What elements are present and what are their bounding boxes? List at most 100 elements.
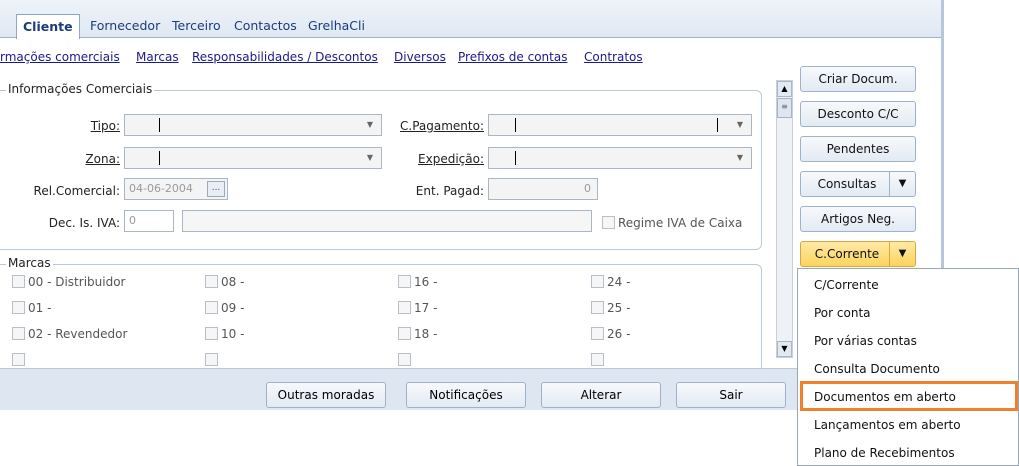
dropdown-arrow-icon[interactable]: ▼	[889, 172, 915, 196]
tab-fornecedor[interactable]: Fornecedor	[84, 16, 166, 38]
marca-checkbox[interactable]: 17 -	[398, 301, 437, 315]
dec-is-iva-label: Dec. Is. IVA:	[48, 216, 120, 230]
rel-comercial-date[interactable]: 04-06-2004 ...	[124, 178, 228, 200]
checkbox-icon	[591, 275, 604, 288]
link-marcas[interactable]: Marcas	[136, 50, 179, 64]
scroll-up-icon[interactable]: ▲	[777, 81, 792, 97]
marca-checkbox[interactable]: 16 -	[398, 275, 437, 289]
c-corrente-menu: C/Corrente Por conta Por várias contas C…	[797, 268, 1019, 466]
dec-is-iva-input[interactable]: 0	[124, 210, 174, 232]
alterar-button[interactable]: Alterar	[541, 382, 661, 408]
checkbox-icon	[398, 301, 411, 314]
sair-button[interactable]: Sair	[676, 382, 786, 408]
marca-checkbox[interactable]: 01 -	[12, 301, 51, 315]
pendentes-button[interactable]: Pendentes	[800, 136, 916, 162]
marca-checkbox[interactable]: 24 -	[591, 275, 630, 289]
scroll-down-icon[interactable]: ▼	[777, 341, 792, 357]
marca-label: 16 -	[414, 275, 438, 289]
tab-contactos[interactable]: Contactos	[228, 16, 303, 38]
link-responsabilidades[interactable]: Responsabilidades / Descontos	[192, 50, 378, 64]
dropdown-arrow-icon[interactable]: ▼	[889, 242, 915, 266]
consultas-label: Consultas	[817, 177, 877, 191]
tab-terceiro[interactable]: Terceiro	[166, 16, 227, 38]
marca-checkbox[interactable]: 18 -	[398, 327, 437, 341]
link-contratos[interactable]: Contratos	[584, 50, 643, 64]
dropdown-arrow-icon: ▼	[736, 120, 743, 129]
consultas-button[interactable]: Consultas ▼	[800, 171, 916, 197]
marca-checkbox[interactable]: 02 - Revendedor	[12, 327, 127, 341]
rel-comercial-value: 04-06-2004	[129, 182, 193, 195]
marca-label: 26 -	[607, 327, 631, 341]
zona-select[interactable]: ▼	[124, 147, 382, 169]
info-comerciais-title: Informações Comerciais	[6, 82, 155, 96]
c-pagamento-label: C.Pagamento:	[400, 119, 484, 133]
marca-checkbox-partial[interactable]	[398, 353, 414, 367]
date-picker-button[interactable]: ...	[207, 181, 225, 197]
marca-checkbox[interactable]: 00 - Distribuidor	[12, 275, 125, 289]
outras-moradas-button[interactable]: Outras moradas	[266, 382, 386, 408]
menu-item-c-corrente[interactable]: C/Corrente	[814, 273, 879, 297]
link-informacoes-comerciais[interactable]: rmações comerciais	[0, 50, 120, 64]
checkbox-icon	[12, 275, 25, 288]
menu-item-documentos-em-aberto[interactable]: Documentos em aberto	[814, 385, 956, 409]
dec-is-iva-value: 0	[129, 214, 136, 227]
checkbox-icon	[591, 327, 604, 340]
regime-iva-checkbox[interactable]: Regime IVA de Caixa	[602, 216, 742, 230]
artigos-neg-button[interactable]: Artigos Neg.	[800, 206, 916, 232]
marca-checkbox[interactable]: 10 -	[205, 327, 244, 341]
zona-label: Zona:	[85, 152, 120, 166]
marca-label: 08 -	[221, 275, 245, 289]
marca-label: 01 -	[28, 301, 52, 315]
marca-checkbox-partial[interactable]	[205, 353, 221, 367]
checkbox-icon	[398, 327, 411, 340]
menu-item-lancamentos-em-aberto[interactable]: Lançamentos em aberto	[814, 413, 961, 437]
criar-documento-button[interactable]: Criar Docum.	[800, 66, 916, 92]
menu-item-consulta-documento[interactable]: Consulta Documento	[814, 357, 940, 381]
marcas-title: Marcas	[6, 256, 53, 270]
checkbox-icon	[205, 275, 218, 288]
tipo-label: Tipo:	[90, 119, 120, 133]
ent-pagad-input[interactable]: 0	[488, 178, 598, 200]
dropdown-arrow-icon: ▼	[366, 120, 373, 129]
marca-checkbox-partial[interactable]	[591, 353, 607, 367]
dec-is-iva-description[interactable]	[182, 210, 592, 232]
link-diversos[interactable]: Diversos	[394, 50, 446, 64]
regime-iva-label: Regime IVA de Caixa	[618, 216, 743, 230]
tipo-select[interactable]: ▼	[124, 114, 382, 136]
ent-pagad-value: 0	[584, 182, 591, 195]
c-pagamento-select[interactable]: ▼	[488, 114, 752, 136]
notificacoes-button[interactable]: Notificações	[406, 382, 526, 408]
marca-label: 24 -	[607, 275, 631, 289]
tab-cliente[interactable]: Cliente	[16, 14, 80, 39]
c-corrente-button[interactable]: C.Corrente ▼	[800, 241, 916, 267]
menu-item-por-conta[interactable]: Por conta	[814, 301, 871, 325]
marca-checkbox[interactable]: 09 -	[205, 301, 244, 315]
desconto-cc-button[interactable]: Desconto C/C	[800, 101, 916, 127]
checkbox-icon	[205, 327, 218, 340]
dropdown-arrow-icon: ▼	[736, 153, 743, 162]
link-prefixos-contas[interactable]: Prefixos de contas	[458, 50, 567, 64]
tab-strip: Cliente Fornecedor Terceiro Contactos Gr…	[0, 0, 941, 39]
marca-checkbox[interactable]: 08 -	[205, 275, 244, 289]
marca-label: 00 - Distribuidor	[28, 275, 126, 289]
marca-label: 25 -	[607, 301, 631, 315]
checkbox-icon	[398, 275, 411, 288]
rel-comercial-label: Rel.Comercial:	[33, 184, 120, 198]
checkbox-icon	[205, 301, 218, 314]
menu-item-por-varias-contas[interactable]: Por várias contas	[814, 329, 917, 353]
checkbox-icon	[12, 327, 25, 340]
tab-grelhacli[interactable]: GrelhaCli	[302, 16, 371, 38]
c-corrente-label: C.Corrente	[814, 247, 880, 261]
marca-checkbox-partial[interactable]	[12, 353, 28, 367]
dropdown-arrow-icon: ▼	[366, 153, 373, 162]
menu-item-plano-recebimentos[interactable]: Plano de Recebimentos	[814, 441, 955, 465]
expedicao-select[interactable]: ▼	[488, 147, 752, 169]
checkbox-icon	[12, 301, 25, 314]
content-scrollbar[interactable]: ▲ ≡ ▼	[776, 80, 793, 358]
marca-label: 02 - Revendedor	[28, 327, 128, 341]
marca-label: 10 -	[221, 327, 245, 341]
scroll-thumb[interactable]: ≡	[777, 98, 792, 118]
marca-label: 18 -	[414, 327, 438, 341]
marca-checkbox[interactable]: 25 -	[591, 301, 630, 315]
marca-checkbox[interactable]: 26 -	[591, 327, 630, 341]
